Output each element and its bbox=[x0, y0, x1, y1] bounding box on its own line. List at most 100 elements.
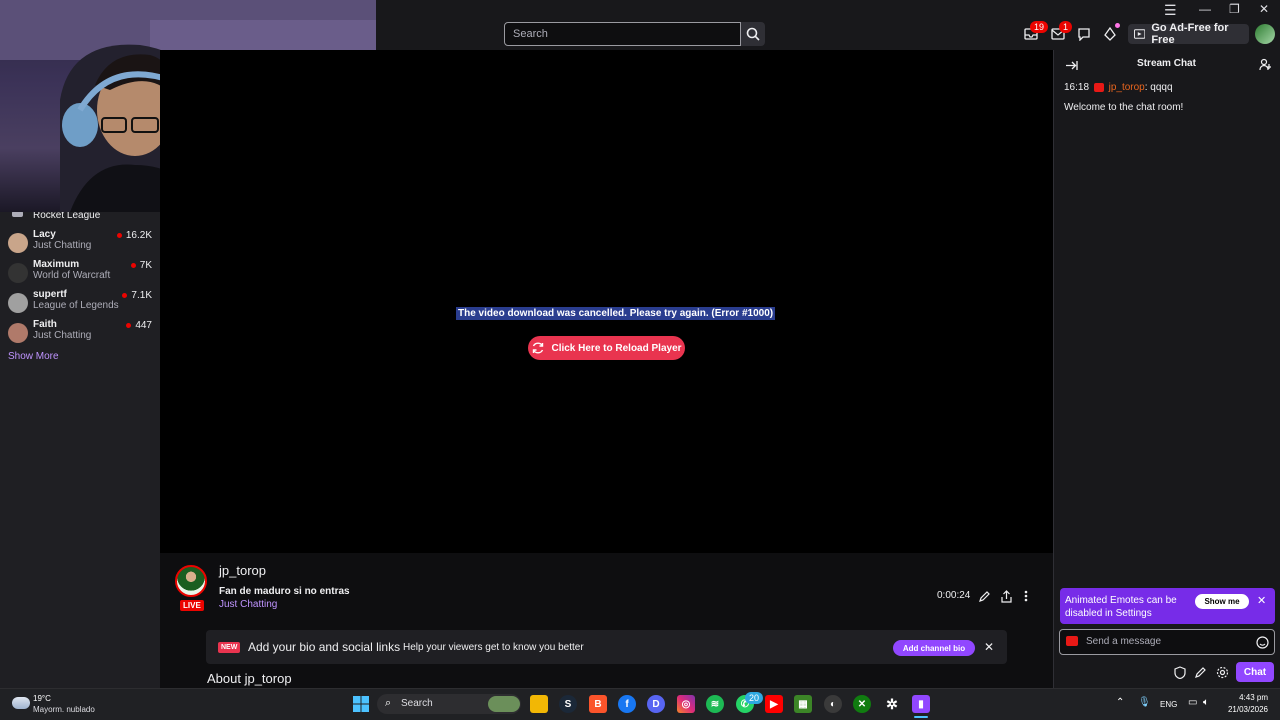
chat-title: Stream Chat bbox=[1137, 58, 1196, 69]
sidebar-item-faith[interactable]: Faith Just Chatting 447 bbox=[0, 319, 160, 349]
weather-temperature: 19°C bbox=[33, 694, 51, 703]
user-avatar[interactable] bbox=[1255, 24, 1275, 44]
ad-free-button[interactable]: Go Ad-Free for Free bbox=[1128, 22, 1249, 46]
discord-icon[interactable]: D bbox=[647, 695, 665, 713]
broadcaster-badge-icon bbox=[1066, 636, 1078, 646]
steam-icon[interactable]: S bbox=[559, 695, 577, 713]
network-icon[interactable]: ▭ bbox=[1188, 697, 1197, 708]
chevron-up-icon[interactable]: ⌃ bbox=[1116, 697, 1124, 708]
windows-start-icon[interactable] bbox=[352, 695, 370, 713]
channel-game: Just Chatting bbox=[33, 240, 92, 251]
youtube-icon[interactable]: ▶ bbox=[765, 695, 783, 713]
stream-category-link[interactable]: Just Chatting bbox=[219, 599, 277, 610]
sidebar-item-lacy[interactable]: Lacy Just Chatting 16.2K bbox=[0, 229, 160, 259]
viewer-count: 7.1K bbox=[122, 290, 152, 301]
animated-emotes-text: Animated Emotes can be disabled in Setti… bbox=[1065, 595, 1177, 619]
player-error-message: The video download was cancelled. Please… bbox=[456, 307, 776, 320]
new-badge: NEW bbox=[218, 642, 241, 653]
notifications-badge: 19 bbox=[1030, 21, 1049, 33]
live-badge: LIVE bbox=[180, 600, 204, 611]
avatar bbox=[8, 323, 28, 343]
stream-uptime: 0:00:24 bbox=[937, 590, 971, 601]
bits-icon[interactable] bbox=[1101, 23, 1120, 43]
show-more-link[interactable]: Show More bbox=[8, 351, 59, 362]
close-button[interactable]: ✕ bbox=[1259, 2, 1269, 16]
search-button[interactable] bbox=[741, 22, 765, 46]
welcome-message: Welcome to the chat room! bbox=[1064, 102, 1184, 113]
microphone-icon[interactable]: 🎙︎ bbox=[1138, 697, 1151, 708]
bio-prompt-subtitle: Help your viewers get to know you better bbox=[403, 642, 584, 653]
show-me-button[interactable]: Show me bbox=[1195, 594, 1249, 609]
share-icon[interactable] bbox=[997, 587, 1015, 605]
facebook-icon[interactable]: f bbox=[618, 695, 636, 713]
video-player[interactable] bbox=[160, 50, 1053, 553]
clock-date[interactable]: 21/03/2026 bbox=[1220, 705, 1268, 714]
reload-player-button[interactable]: Click Here to Reload Player bbox=[528, 336, 685, 360]
community-icon[interactable] bbox=[1256, 55, 1274, 73]
minecraft-icon[interactable]: ▦ bbox=[794, 695, 812, 713]
avatar bbox=[8, 263, 28, 283]
reload-player-label: Click Here to Reload Player bbox=[551, 342, 682, 354]
chat-send-button[interactable]: Chat bbox=[1236, 662, 1274, 682]
whispers-icon[interactable] bbox=[1075, 25, 1093, 43]
more-options-icon[interactable] bbox=[1017, 587, 1035, 605]
about-heading: About jp_torop bbox=[207, 671, 292, 686]
channel-name: Lacy bbox=[33, 229, 56, 240]
channel-name: Faith bbox=[33, 319, 57, 330]
brave-icon[interactable]: B bbox=[589, 695, 607, 713]
chat-message: 16:18 jp_torop: qqqq bbox=[1064, 82, 1173, 93]
pen-icon[interactable] bbox=[1192, 663, 1210, 681]
clock-time[interactable]: 4:43 pm bbox=[1224, 693, 1268, 702]
xbox-icon[interactable]: ✕ bbox=[853, 695, 871, 713]
channel-avatar[interactable] bbox=[175, 565, 207, 597]
channel-name-heading[interactable]: jp_torop bbox=[219, 563, 266, 578]
stream-title: Fan de maduro si no entras bbox=[219, 586, 350, 597]
bio-prompt-title: Add your bio and social links bbox=[248, 640, 401, 654]
chat-input-placeholder: Send a message bbox=[1086, 636, 1162, 647]
search-icon: ⌕ bbox=[385, 697, 392, 709]
search-highlight-icon bbox=[488, 696, 520, 712]
add-channel-bio-button[interactable]: Add channel bio bbox=[893, 640, 975, 656]
whatsapp-badge: 20 bbox=[745, 692, 764, 704]
channel-info bbox=[160, 553, 1053, 688]
volume-icon[interactable]: 🔈︎ bbox=[1203, 697, 1209, 708]
taskbar bbox=[0, 688, 1280, 720]
close-icon[interactable]: ✕ bbox=[1257, 594, 1266, 607]
language-indicator[interactable]: ENG bbox=[1160, 700, 1177, 709]
maximize-button[interactable]: ❐ bbox=[1229, 2, 1240, 16]
close-icon[interactable]: ✕ bbox=[984, 640, 994, 654]
weather-icon[interactable] bbox=[12, 697, 30, 709]
avatar bbox=[8, 293, 28, 313]
active-app-indicator bbox=[914, 716, 928, 718]
channel-game: Just Chatting bbox=[33, 330, 92, 341]
instagram-icon[interactable]: ◎ bbox=[677, 695, 695, 713]
viewer-count: 447 bbox=[126, 320, 152, 331]
taskbar-search-label: Search bbox=[401, 698, 433, 709]
viewer-count: 16.2K bbox=[117, 230, 152, 241]
search-input[interactable]: Search bbox=[504, 22, 741, 46]
channel-name: Maximum bbox=[33, 259, 80, 270]
message-text: : qqqq bbox=[1144, 82, 1173, 93]
broadcaster-badge-icon bbox=[1093, 82, 1104, 92]
ad-free-icon bbox=[1134, 29, 1146, 39]
gear-icon[interactable] bbox=[1213, 663, 1231, 681]
channel-name: supertf bbox=[33, 289, 67, 300]
emote-picker-icon[interactable] bbox=[1253, 633, 1271, 651]
sidebar-item-maximum[interactable]: Maximum World of Warcraft 7K bbox=[0, 259, 160, 289]
channel-game: World of Warcraft bbox=[33, 270, 111, 281]
menu-icon[interactable]: ☰ bbox=[1164, 2, 1177, 19]
message-username[interactable]: jp_torop bbox=[1109, 82, 1145, 93]
twitch-icon[interactable]: ▮ bbox=[912, 695, 930, 713]
reload-icon bbox=[533, 342, 544, 354]
spotify-icon[interactable]: ≋ bbox=[706, 695, 724, 713]
file-explorer-icon[interactable] bbox=[530, 695, 548, 713]
minimize-button[interactable]: — bbox=[1199, 2, 1211, 16]
edit-icon[interactable] bbox=[975, 587, 993, 605]
shield-icon[interactable] bbox=[1171, 663, 1189, 681]
viewer-count: 7K bbox=[131, 260, 152, 271]
inbox-badge: 1 bbox=[1059, 21, 1073, 33]
sidebar-item-supertf[interactable]: supertf League of Legends 7.1K bbox=[0, 289, 160, 319]
settings-icon[interactable]: ✲ bbox=[883, 695, 901, 713]
ad-free-label: Go Ad-Free for Free bbox=[1151, 22, 1229, 46]
chrome-icon[interactable]: ◐ bbox=[824, 695, 842, 713]
